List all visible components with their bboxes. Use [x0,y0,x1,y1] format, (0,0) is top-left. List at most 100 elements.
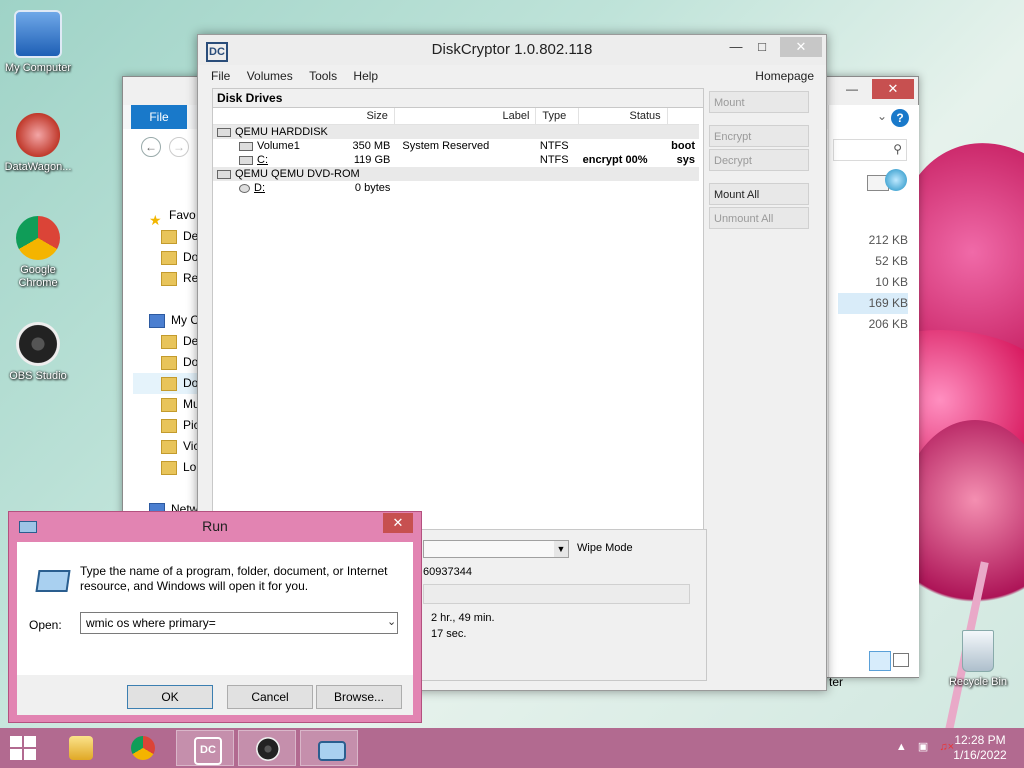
details-view-icon[interactable] [869,651,891,671]
browse-button[interactable]: Browse... [316,685,402,709]
volume-flag: sys [676,154,695,166]
wipe-mode-select[interactable]: ▼ [423,540,569,558]
column-header-status[interactable]: Status [578,108,668,125]
folder-icon [161,355,177,370]
nav-item[interactable]: Vic [133,436,203,457]
windows-start-icon[interactable] [10,736,36,760]
close-button[interactable]: ✕ [780,37,822,57]
dialog-description: Type the name of a program, folder, docu… [80,564,388,593]
nav-item[interactable]: Pic [133,415,203,436]
obs-icon [16,322,60,366]
obs-icon [256,737,280,761]
unmount-all-button[interactable]: Unmount All [709,207,809,229]
chevron-down-icon[interactable]: ⌄ [387,615,396,628]
device-name: QEMU QEMU DVD-ROM [235,168,360,180]
column-header-label[interactable]: Label [393,108,537,125]
desktop-icon-label: DataWagon... [4,161,72,173]
system-tray: ▲ ▣ ♫× [896,740,954,753]
file-tab[interactable]: File [131,105,187,129]
volume-size: 0 bytes [354,182,391,194]
search-input[interactable]: ⚲ [833,139,907,161]
large-icons-view-icon[interactable] [893,653,909,667]
desktop-icon-google-chrome[interactable]: Google Chrome [0,216,76,290]
help-icon[interactable]: ? [891,109,909,127]
desktop-icon-obs-studio[interactable]: OBS Studio [0,322,76,383]
desktop-icon-label: Google Chrome [18,264,58,289]
dialog-title: Run [202,518,228,534]
status-text: ter [829,675,844,689]
volume-flag: boot [671,140,695,152]
folder-icon [161,229,177,244]
chrome-icon [16,216,60,260]
open-input[interactable]: wmic os where primary= [80,612,398,634]
nav-item[interactable]: Do [133,373,203,394]
device-row[interactable]: QEMU QEMU DVD-ROM [213,167,699,181]
nav-item[interactable]: Lo [133,457,203,478]
mount-button[interactable]: Mount [709,91,809,113]
desktop-icon-recycle-bin[interactable]: Recycle Bin [940,630,1016,689]
minimize-button[interactable]: — [840,79,864,99]
volume-name: C: [257,154,268,166]
homepage-link[interactable]: Homepage [755,66,814,86]
desktop-icon-my-computer[interactable]: My Computer [0,10,76,75]
menu-volumes[interactable]: Volumes [247,69,293,83]
nav-item[interactable]: De [133,331,203,352]
volume-row[interactable]: C: 119 GB NTFS encrypt 00% sys [213,153,699,167]
disk-drives-panel: Disk Drives Size Label Type Status QEMU … [212,88,704,532]
ok-button[interactable]: OK [127,685,213,709]
forward-arrow-icon[interactable]: → [169,137,189,157]
volume-size: 119 GB [353,154,391,166]
taskbar-file-explorer[interactable] [52,730,110,766]
column-header-flag [666,108,699,125]
mount-all-button[interactable]: Mount All [709,183,809,205]
explorer-details-pane: ? ⌄ ⚲ ter [828,105,919,689]
encrypt-button[interactable]: Encrypt [709,125,809,147]
minimize-button[interactable]: — [724,37,748,57]
taskbar-obs[interactable] [238,730,296,766]
folder-icon [161,439,177,454]
nav-item[interactable]: ★ Favo [133,205,203,226]
clock[interactable]: 12:28 PM 1/16/2022 [950,733,1010,763]
column-header-type[interactable]: Type [535,108,580,125]
nav-item[interactable]: Re [133,268,203,289]
cancel-button[interactable]: Cancel [227,685,313,709]
taskbar-chrome[interactable] [114,730,172,766]
back-arrow-icon[interactable]: ← [141,137,161,157]
close-button[interactable]: ✕ [383,513,413,533]
taskbar-diskcryptor[interactable]: DC [176,730,234,766]
taskbar-run[interactable] [300,730,358,766]
column-header-size[interactable]: Size [213,108,395,125]
menu-tools[interactable]: Tools [309,69,337,83]
shell-icon[interactable] [885,169,907,191]
chevron-up-icon[interactable]: ▲ [896,741,907,753]
nav-item[interactable]: My C [133,310,203,331]
decrypt-button[interactable]: Decrypt [709,149,809,171]
nav-item[interactable]: Do [133,352,203,373]
nav-item[interactable]: Do [133,247,203,268]
device-row[interactable]: QEMU HARDDISK [213,124,699,139]
desktop-icon-label: My Computer [4,62,72,74]
menu-help[interactable]: Help [353,69,378,83]
chevron-down-icon[interactable]: ⌄ [877,109,887,123]
network-icon[interactable]: ▣ [918,741,928,753]
nav-item[interactable]: De [133,226,203,247]
nav-label: Favo [169,208,196,222]
run-dialog[interactable]: Run ✕ Type the name of a program, folder… [8,511,422,723]
volume-row[interactable]: D: 0 bytes [213,181,699,195]
volume-flag [667,181,699,195]
volume-row[interactable]: Volume1 350 MB System Reserved NTFS boot [213,139,699,153]
menu-file[interactable]: File [211,69,230,83]
file-size: 10 KB [875,275,908,289]
recycle-bin-icon [962,630,994,672]
maximize-button[interactable]: □ [750,37,774,57]
volume-icon [239,155,253,165]
volume-label: System Reserved [402,140,490,152]
close-button[interactable]: ✕ [872,79,914,99]
sector-count: 60937344 [423,566,472,578]
search-icon: ⚲ [893,142,902,156]
panel-title: Disk Drives [213,89,703,108]
star-icon: ★ [149,211,162,226]
open-label: Open: [29,618,62,632]
desktop-icon-datawagon[interactable]: DataWagon... [0,113,76,174]
nav-item[interactable]: Mu [133,394,203,415]
